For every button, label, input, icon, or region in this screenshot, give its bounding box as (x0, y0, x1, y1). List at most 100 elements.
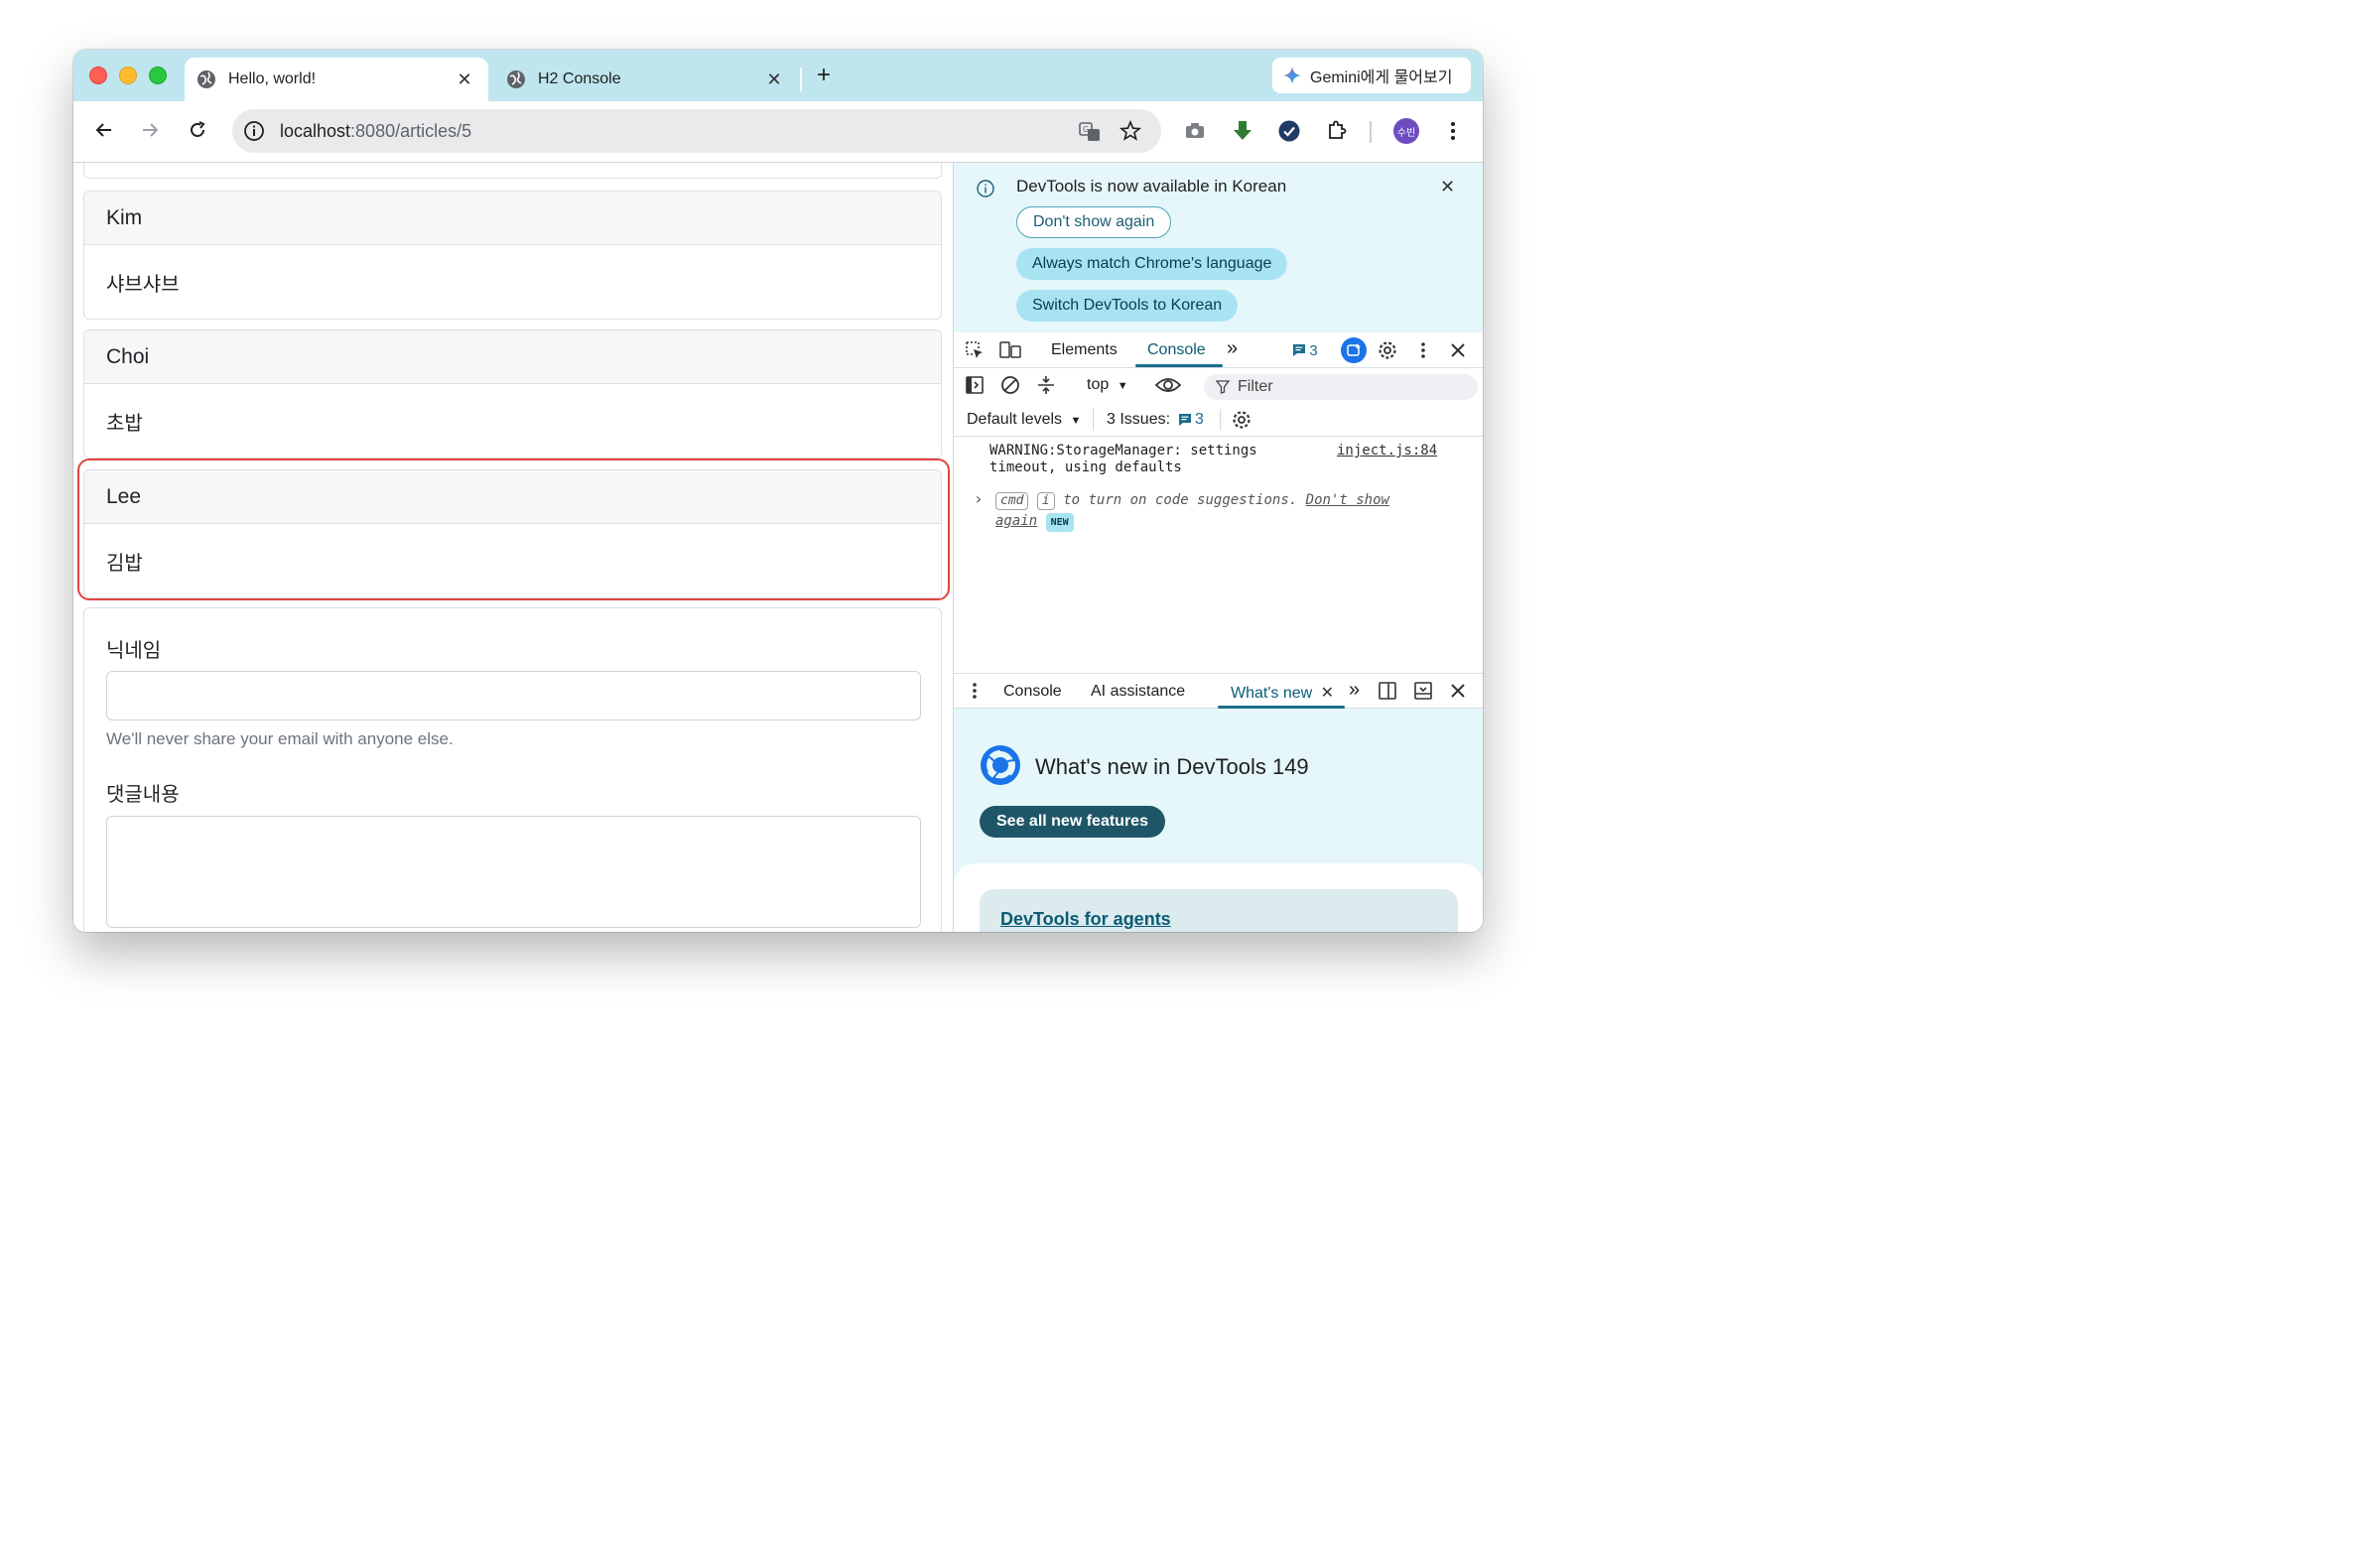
whats-new-label: What's new (1231, 685, 1313, 702)
close-devtools-icon[interactable] (1447, 339, 1469, 361)
devtools-panel: DevTools is now available in Korean ✕ Do… (953, 163, 1483, 932)
dropdown-arrow-icon: ▼ (1117, 380, 1128, 392)
address-bar[interactable]: localhost:8080/articles/5 G (232, 109, 1161, 153)
forward-arrow-icon (143, 123, 159, 137)
code-suggestion-hint-line2: again NEW (995, 513, 1074, 532)
more-tabs-button[interactable]: » (1227, 337, 1238, 360)
devtools-menu-icon[interactable] (1412, 339, 1434, 361)
site-info-icon[interactable] (242, 119, 266, 143)
devtools-tab-bar: Elements Console » 3 (954, 332, 1483, 368)
url-text: localhost:8080/articles/5 (280, 121, 471, 142)
dock-side-icon[interactable] (1377, 680, 1398, 702)
maximize-window-button[interactable] (149, 66, 167, 84)
url-host: localhost (280, 120, 351, 141)
match-language-button[interactable]: Always match Chrome's language (1016, 248, 1288, 280)
screenshot-icon[interactable] (1181, 117, 1209, 145)
whats-new-content: DevTools for agents (954, 863, 1483, 932)
drawer-more-tabs-button[interactable]: » (1349, 679, 1360, 702)
switch-korean-button[interactable]: Switch DevTools to Korean (1016, 290, 1239, 322)
extension-check-icon[interactable] (1275, 117, 1303, 145)
close-window-button[interactable] (89, 66, 107, 84)
comment-body-textarea[interactable] (106, 816, 921, 928)
new-tab-button[interactable]: + (812, 62, 836, 89)
dont-show-link-cont[interactable]: again (995, 513, 1037, 529)
tab-elements[interactable]: Elements (1051, 341, 1118, 359)
console-settings-icon[interactable] (1231, 409, 1252, 431)
device-toolbar-icon[interactable] (999, 339, 1021, 361)
comment-body-label: 댓글내용 (106, 784, 180, 806)
hint-text: to turn on code suggestions. (1063, 492, 1298, 508)
banner-close-icon[interactable]: ✕ (1440, 177, 1455, 197)
download-icon[interactable] (1229, 117, 1256, 145)
profile-avatar[interactable]: 수빈 (1393, 118, 1419, 144)
live-expression-eye-icon[interactable] (1154, 374, 1182, 396)
back-button[interactable] (89, 115, 119, 145)
globe-icon (507, 70, 525, 88)
drawer-tab-whats-new[interactable]: What's new ✕ (1231, 683, 1334, 703)
see-all-features-button[interactable]: See all new features (980, 806, 1165, 838)
code-suggestion-hint: cmd i to turn on code suggestions. Don't… (995, 492, 1389, 510)
nickname-input[interactable] (106, 671, 921, 720)
close-tab-icon[interactable]: ✕ (453, 69, 476, 90)
extensions-puzzle-icon[interactable] (1323, 117, 1351, 145)
language-banner: DevTools is now available in Korean ✕ Do… (954, 163, 1483, 332)
bookmark-star-icon[interactable] (1119, 120, 1141, 142)
translate-icon[interactable]: G (1078, 120, 1102, 144)
context-label: top (1087, 376, 1110, 393)
ai-assistant-icon[interactable] (1341, 337, 1367, 363)
console-warning-line: WARNING:StorageManager: settings (989, 443, 1257, 458)
source-link[interactable]: inject.js:84 (1337, 443, 1437, 459)
active-drawer-tab-indicator (1218, 706, 1345, 709)
inspect-element-icon[interactable] (964, 339, 986, 361)
tab-h2-console[interactable]: H2 Console ✕ (494, 58, 798, 101)
messages-counter[interactable]: 3 (1287, 339, 1323, 361)
close-tab-icon[interactable]: ✕ (762, 69, 786, 90)
drawer-menu-icon[interactable] (964, 680, 986, 702)
issues-button[interactable]: 3 Issues: 3 (1107, 411, 1204, 429)
comment-body: 초밥 (106, 412, 143, 435)
log-levels-dropdown[interactable]: Default levels ▼ (967, 411, 1081, 429)
active-tab-indicator (1135, 364, 1223, 367)
web-page: Kim 샤브샤브 Choi 초밥 Lee 김밥 닉네임 We'll never … (73, 163, 953, 932)
close-tab-icon[interactable]: ✕ (1321, 685, 1334, 702)
tab-console[interactable]: Console (1147, 341, 1206, 359)
dock-bottom-icon[interactable] (1412, 680, 1434, 702)
settings-gear-icon[interactable] (1377, 339, 1398, 361)
sidebar-toggle-icon[interactable] (964, 374, 986, 396)
devtools-for-agents-link[interactable]: DevTools for agents (1000, 909, 1171, 930)
kbd-i: i (1036, 492, 1055, 510)
reload-button[interactable] (183, 115, 212, 145)
browser-window: Hello, world! ✕ H2 Console ✕ + Gemini에게 … (73, 50, 1483, 932)
reload-icon (191, 121, 205, 137)
issues-label: 3 Issues: (1107, 411, 1171, 428)
minimize-window-button[interactable] (119, 66, 137, 84)
tab-separator (800, 67, 802, 91)
dont-show-again-button[interactable]: Don't show again (1016, 206, 1172, 238)
dont-show-link[interactable]: Don't show (1306, 492, 1389, 508)
group-similar-icon[interactable] (1035, 374, 1057, 396)
comment-body: 샤브샤브 (106, 273, 180, 296)
dropdown-arrow-icon: ▼ (1070, 415, 1082, 427)
chrome-menu-icon[interactable] (1439, 117, 1467, 145)
issues-separator (1220, 409, 1221, 431)
clear-console-icon[interactable] (999, 374, 1021, 396)
console-filter-input[interactable]: Filter (1204, 374, 1478, 400)
chrome-devtools-logo-icon (981, 745, 1020, 785)
prompt-arrow-icon: › (974, 489, 984, 508)
new-badge: NEW (1045, 513, 1074, 532)
drawer-tab-ai-assistance[interactable]: AI assistance (1091, 683, 1185, 701)
gemini-sparkle-icon (1283, 66, 1301, 84)
url-path: :8080/articles/5 (350, 120, 472, 141)
tab-hello-world[interactable]: Hello, world! ✕ (185, 58, 488, 101)
levels-label: Default levels (967, 411, 1063, 428)
tab-title: H2 Console (538, 70, 621, 87)
filter-placeholder: Filter (1238, 378, 1273, 395)
drawer-tab-console[interactable]: Console (1003, 683, 1062, 701)
forward-button[interactable] (135, 115, 165, 145)
gemini-button[interactable]: Gemini에게 물어보기 (1272, 58, 1471, 93)
toolbar-separator (1370, 121, 1372, 143)
close-drawer-icon[interactable] (1447, 680, 1469, 702)
context-selector[interactable]: top ▼ (1087, 376, 1128, 394)
browser-toolbar: localhost:8080/articles/5 G 수빈 (73, 101, 1483, 163)
comment-card: Choi 초밥 (83, 329, 942, 458)
